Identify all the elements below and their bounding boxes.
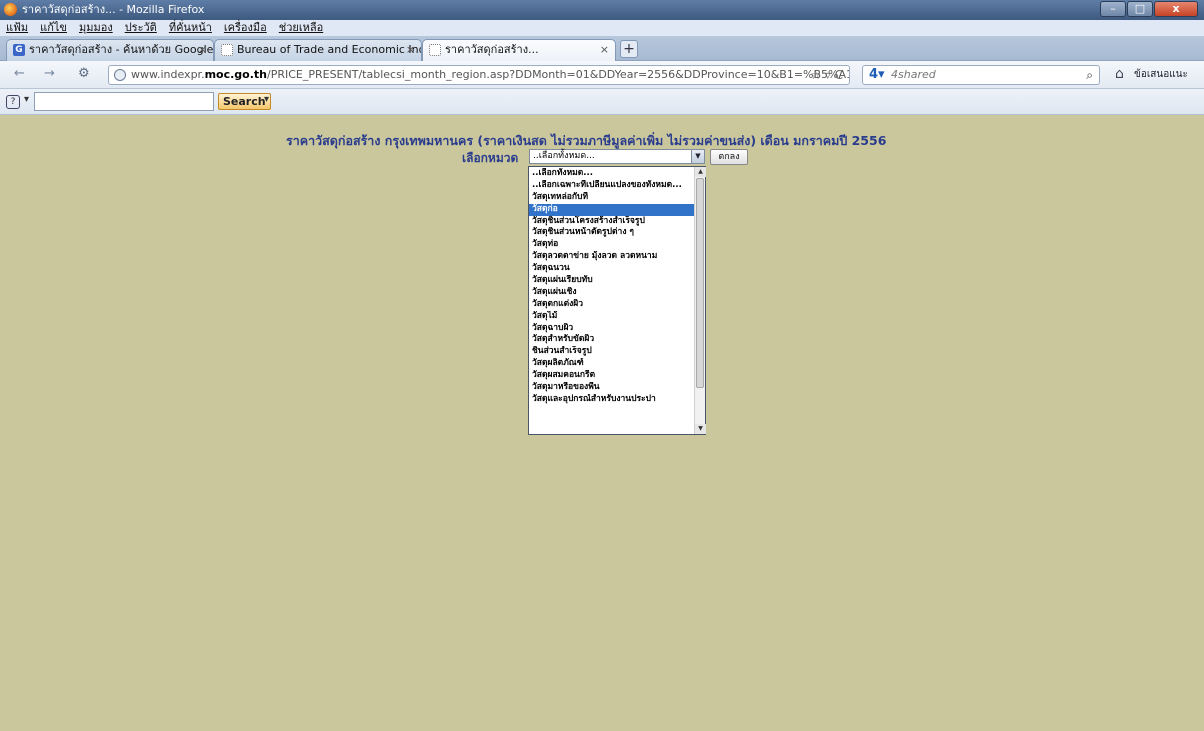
firefox-icon — [4, 3, 17, 16]
dropdown-option[interactable]: วัสดุสำหรับขัดผิว — [529, 334, 695, 346]
dropdown-option[interactable]: วัสดุฉาบผิว — [529, 323, 695, 335]
home-icon[interactable]: ⌂ — [1115, 66, 1124, 82]
url-prefix: www.indexpr. — [131, 68, 205, 81]
google-icon: G — [13, 44, 25, 56]
chevron-down-icon[interactable]: ▼ — [691, 150, 704, 163]
url-bar[interactable]: www.indexpr.moc.go.th/PRICE_PRESENT/tabl… — [108, 65, 850, 85]
scroll-thumb[interactable] — [696, 178, 704, 388]
menu-view[interactable]: มุมมอง — [79, 20, 113, 36]
suggestions-menu[interactable]: ข้อเสนอแนะ — [1134, 67, 1188, 82]
dropdown-scrollbar[interactable]: ▲ ▼ — [694, 167, 706, 434]
menu-edit[interactable]: แก้ไข — [40, 20, 67, 36]
menu-file[interactable]: แฟ้ม — [6, 20, 28, 36]
menu-tools[interactable]: เครื่องมือ — [224, 20, 267, 36]
dropdown-option[interactable]: วัสดุท่อ — [529, 239, 695, 251]
dropdown-options: ..เลือกทั้งหมด... ..เลือกเฉพาะที่เปลี่ยนแ… — [529, 168, 695, 406]
url-path: /PRICE_PRESENT/tablecsi_month_region.asp… — [266, 68, 850, 81]
search-icon[interactable]: ⌕ — [1086, 66, 1093, 84]
page-content: ราคาวัสดุก่อสร้าง กรุงเทพมหานคร (ราคาเงิ… — [0, 115, 1204, 731]
close-window-button[interactable]: x — [1154, 1, 1198, 17]
dropdown-option[interactable]: วัสดุมาหรือของพื้น — [529, 382, 695, 394]
tab-label: Bureau of Trade and Economic Indici... — [237, 43, 421, 56]
menu-help[interactable]: ช่วยเหลือ — [279, 20, 323, 36]
toolbar-search-button[interactable]: Search — [218, 93, 271, 110]
close-tab-icon[interactable]: × — [600, 40, 609, 60]
maximize-button[interactable]: □ — [1127, 1, 1153, 17]
dropdown-option[interactable]: ..เลือกทั้งหมด... — [529, 168, 695, 180]
url-domain: moc.go.th — [204, 68, 267, 81]
category-dropdown-list: ..เลือกทั้งหมด... ..เลือกเฉพาะที่เปลี่ยนแ… — [528, 166, 706, 435]
dropdown-option[interactable]: วัสดุไม้ — [529, 311, 695, 323]
dropdown-option[interactable]: วัสดุชิ้นส่วนโครงสร้างสำเร็จรูป — [529, 216, 695, 228]
tab-construction-prices[interactable]: ราคาวัสดุก่อสร้าง... × — [422, 39, 616, 61]
addon-toolbar: ? ▾ Search ▾ — [0, 89, 1204, 115]
page-icon — [429, 44, 441, 56]
window-controls: – □ x — [1099, 1, 1198, 17]
window-title: ราคาวัสดุก่อสร้าง... - Mozilla Firefox — [22, 3, 205, 16]
search-bar[interactable]: 4▾ 4shared ⌕ — [862, 65, 1100, 85]
dropdown-option[interactable]: วัสดุแผ่นเชิง — [529, 287, 695, 299]
dropdown-option[interactable]: วัสดุลวดตาข่าย มุ้งลวด ลวดหนาม — [529, 251, 695, 263]
tab-strip: G ราคาวัสดุก่อสร้าง - ค้นหาด้วย Google ×… — [0, 36, 1204, 61]
chevron-down-icon[interactable]: ▾ — [24, 94, 29, 105]
forward-icon[interactable]: → — [44, 66, 55, 81]
window-title-bar: ราคาวัสดุก่อสร้าง... - Mozilla Firefox –… — [0, 0, 1204, 20]
menu-bookmarks[interactable]: ที่คั่นหน้า — [169, 20, 212, 36]
toolbar-search-input[interactable] — [34, 92, 214, 111]
dropdown-option[interactable]: วัสดุและอุปกรณ์สำหรับงานประปา — [529, 394, 695, 406]
menu-history[interactable]: ประวัติ — [125, 20, 157, 36]
addon-icon[interactable]: ⚙ — [78, 66, 90, 81]
close-tab-icon[interactable]: × — [406, 40, 415, 60]
search-engine-icon[interactable]: 4▾ — [869, 66, 885, 84]
dropdown-option[interactable]: วัสดุผสมคอนกรีต — [529, 370, 695, 382]
dropdown-option[interactable]: ชิ้นส่วนสำเร็จรูป — [529, 346, 695, 358]
ok-button[interactable]: ตกลง — [710, 149, 748, 165]
back-icon[interactable]: ← — [14, 66, 25, 81]
new-tab-button[interactable]: + — [620, 40, 638, 58]
tab-label: ราคาวัสดุก่อสร้าง - ค้นหาด้วย Google — [29, 43, 214, 56]
page-icon — [221, 44, 233, 56]
close-tab-icon[interactable]: × — [198, 40, 207, 60]
bookmark-star-icon[interactable]: ☆ ▿ C — [810, 66, 843, 84]
tab-label: ราคาวัสดุก่อสร้าง... — [445, 43, 539, 56]
dropdown-option[interactable]: วัสดุแผ่นเรียบทับ — [529, 275, 695, 287]
menu-bar: แฟ้ม แก้ไข มุมมอง ประวัติ ที่คั่นหน้า เค… — [0, 20, 1204, 36]
dropdown-option[interactable]: วัสดุตกแต่งผิว — [529, 299, 695, 311]
search-engine-name: 4shared — [891, 68, 936, 81]
tab-bureau-trade[interactable]: Bureau of Trade and Economic Indici... × — [214, 39, 422, 61]
tab-google-search[interactable]: G ราคาวัสดุก่อสร้าง - ค้นหาด้วย Google × — [6, 39, 214, 61]
toolbar-logo-icon[interactable]: ? — [6, 95, 20, 109]
category-select[interactable]: ..เลือกทั้งหมด... ▼ — [529, 149, 705, 164]
dropdown-option[interactable]: วัสดุผลิตภัณฑ์ — [529, 358, 695, 370]
navigation-bar: ← → ⚙ www.indexpr.moc.go.th/PRICE_PRESEN… — [0, 61, 1204, 89]
minimize-button[interactable]: – — [1100, 1, 1126, 17]
page-heading: ราคาวัสดุก่อสร้าง กรุงเทพมหานคร (ราคาเงิ… — [286, 133, 887, 148]
site-identity-icon[interactable] — [114, 69, 126, 81]
dropdown-option[interactable]: วัสดุฉนวน — [529, 263, 695, 275]
dropdown-option[interactable]: วัสดุชิ้นส่วนหน้าตัดรูปต่าง ๆ — [529, 227, 695, 239]
category-label: เลือกหมวด — [462, 151, 519, 165]
dropdown-option[interactable]: วัสดุเทหล่อกับที่ — [529, 192, 695, 204]
dropdown-option[interactable]: ..เลือกเฉพาะที่เปลี่ยนแปลงของทั้งหมด... — [529, 180, 695, 192]
scroll-down-icon[interactable]: ▼ — [695, 424, 706, 434]
chevron-down-icon[interactable]: ▾ — [264, 94, 269, 105]
dropdown-option[interactable]: วัสดุก่อ — [529, 203, 695, 216]
category-select-value: ..เลือกทั้งหมด... — [533, 151, 595, 161]
scroll-up-icon[interactable]: ▲ — [695, 167, 706, 177]
